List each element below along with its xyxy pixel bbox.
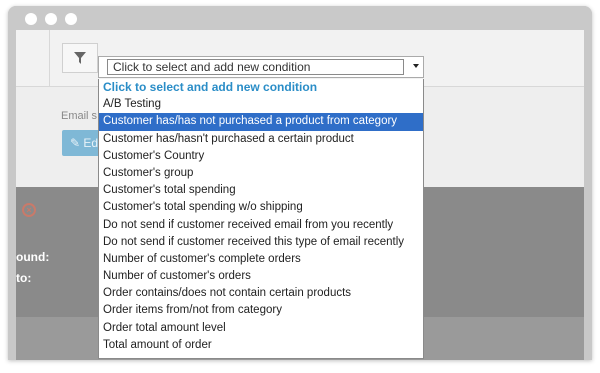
option-orders-count[interactable]: Number of customer's orders <box>99 268 423 285</box>
option-total-amount-order[interactable]: Total amount of order <box>99 337 423 354</box>
condition-select[interactable]: Click to select and add new condition <box>98 56 424 78</box>
minimize-dot-icon[interactable] <box>45 13 57 25</box>
title-bar <box>8 6 592 30</box>
option-order-items-category[interactable]: Order items from/not from category <box>99 302 423 319</box>
toolbar-divider <box>49 30 50 86</box>
option-purchased-certain-product[interactable]: Customer has/hasn't purchased a certain … <box>99 131 423 148</box>
option-customers-group[interactable]: Customer's group <box>99 165 423 182</box>
filter-button[interactable] <box>62 43 98 73</box>
option-ab-testing[interactable]: A/B Testing <box>99 96 423 113</box>
maximize-dot-icon[interactable] <box>65 13 77 25</box>
option-total-spending[interactable]: Customer's total spending <box>99 182 423 199</box>
condition-select-value[interactable]: Click to select and add new condition <box>107 59 404 75</box>
condition-dropdown: Click to select and add new condition A/… <box>98 79 424 359</box>
option-total-spending-no-shipping[interactable]: Customer's total spending w/o shipping <box>99 199 423 216</box>
to-label: to: <box>16 271 32 285</box>
option-order-total-level[interactable]: Order total amount level <box>99 320 423 337</box>
email-settings-label: Email s <box>61 110 98 122</box>
cancel-circle-icon[interactable]: × <box>22 203 36 217</box>
browser-window: Email s ✎ Ed × ound: to: Click to select… <box>8 6 592 360</box>
option-not-send-email-recently[interactable]: Do not send if customer received email f… <box>99 217 423 234</box>
edit-icon: ✎ <box>70 136 81 150</box>
found-label: ound: <box>16 250 50 264</box>
filter-icon <box>74 52 86 64</box>
close-dot-icon[interactable] <box>25 13 37 25</box>
edit-button-label: Ed <box>83 136 99 150</box>
option-complete-orders-count[interactable]: Number of customer's complete orders <box>99 251 423 268</box>
dropdown-header-option[interactable]: Click to select and add new condition <box>99 79 423 96</box>
option-customers-country[interactable]: Customer's Country <box>99 148 423 165</box>
option-not-send-email-type-recently[interactable]: Do not send if customer received this ty… <box>99 234 423 251</box>
chevron-down-icon[interactable] <box>413 64 419 68</box>
option-purchased-from-category[interactable]: Customer has/has not purchased a product… <box>99 113 423 131</box>
option-order-contains-products[interactable]: Order contains/does not contain certain … <box>99 285 423 302</box>
